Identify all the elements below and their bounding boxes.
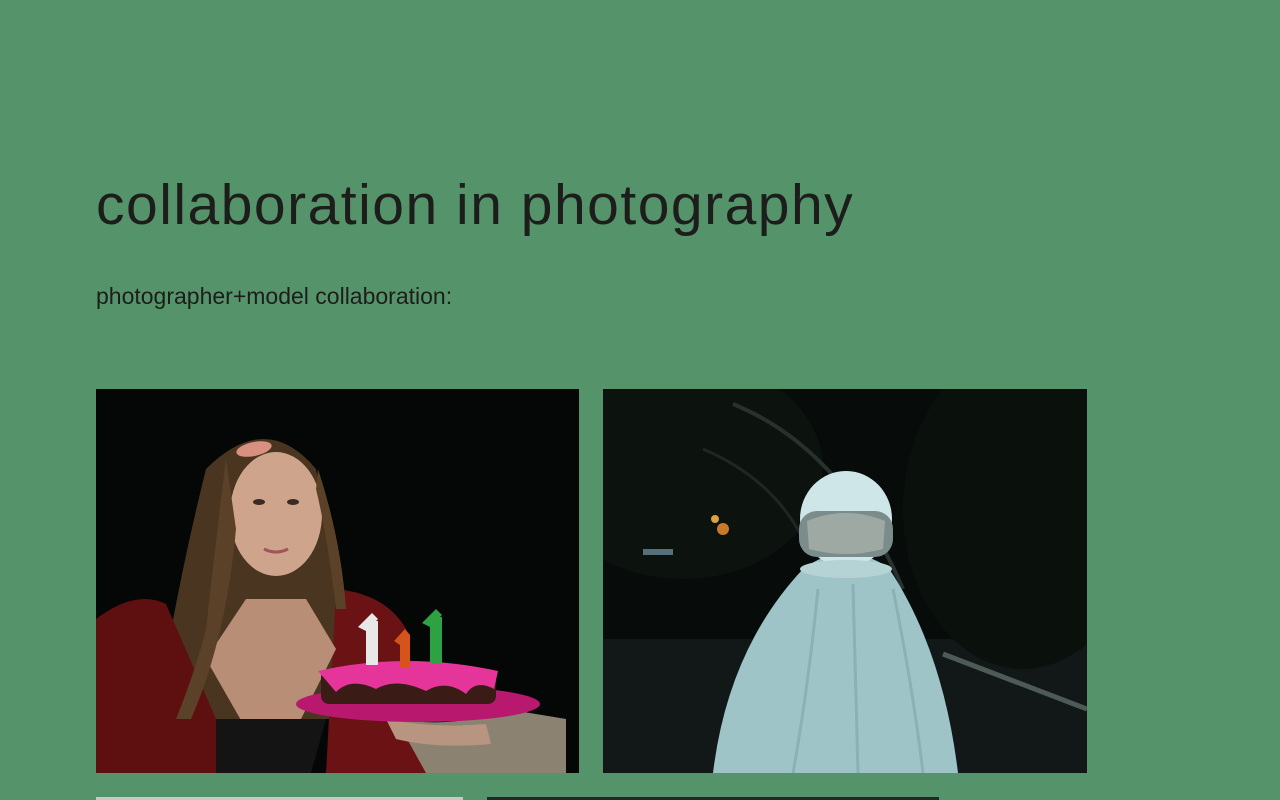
astronaut-ghost-photo-illustration [603, 389, 1087, 773]
page-title: collaboration in photography [96, 173, 855, 237]
gallery-photo-astronaut-ghost[interactable] [603, 389, 1087, 773]
page-subtitle: photographer+model collaboration: [96, 283, 453, 309]
birthday-cake-photo-illustration [96, 389, 579, 773]
gallery-photo-birthday-cake[interactable] [96, 389, 579, 773]
